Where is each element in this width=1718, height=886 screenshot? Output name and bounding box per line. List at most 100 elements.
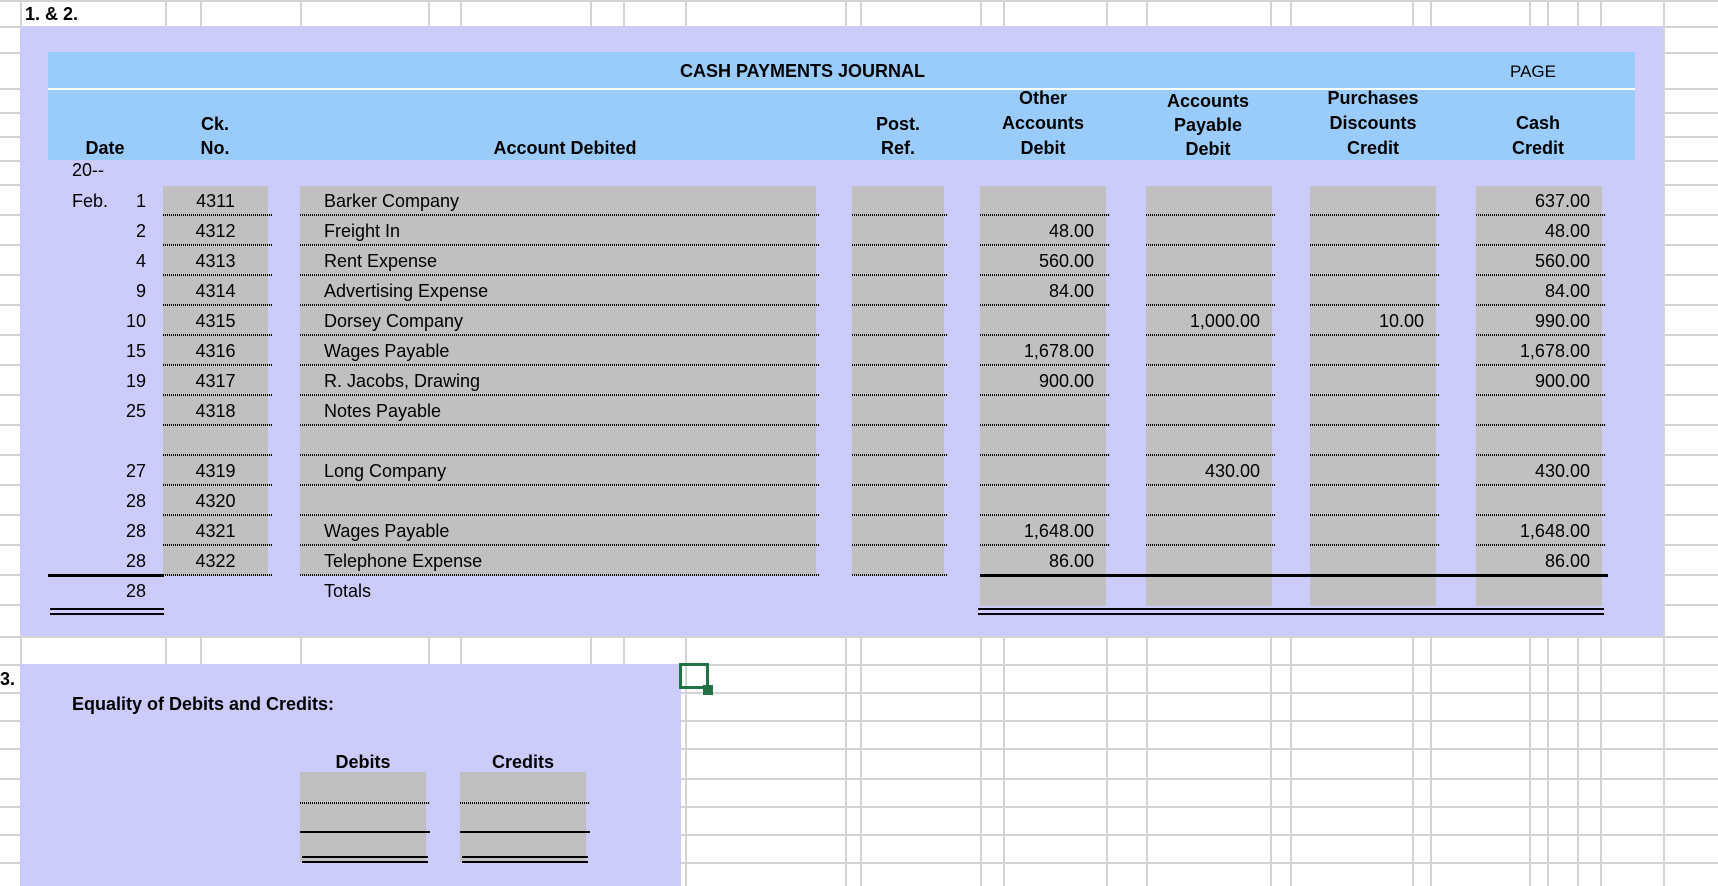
check-number[interactable]: 4320 bbox=[163, 486, 268, 516]
date-month[interactable] bbox=[72, 516, 112, 546]
post-ref[interactable] bbox=[852, 486, 944, 516]
other-amount[interactable] bbox=[980, 426, 1094, 456]
other-amount[interactable] bbox=[980, 396, 1094, 426]
cash-amount[interactable]: 1,678.00 bbox=[1476, 336, 1590, 366]
ap-total[interactable] bbox=[1146, 576, 1260, 606]
post-ref[interactable] bbox=[852, 426, 944, 456]
ap-amount[interactable] bbox=[1146, 486, 1260, 516]
pd-amount[interactable] bbox=[1310, 486, 1424, 516]
credits-value[interactable] bbox=[460, 802, 576, 832]
date-month[interactable] bbox=[72, 366, 112, 396]
pd-amount[interactable] bbox=[1310, 456, 1424, 486]
cash-amount[interactable]: 48.00 bbox=[1476, 216, 1590, 246]
date-month[interactable] bbox=[72, 546, 112, 576]
debits-value[interactable] bbox=[300, 802, 416, 832]
pd-amount[interactable] bbox=[1310, 186, 1424, 216]
date-month[interactable] bbox=[72, 246, 112, 276]
cash-amount[interactable] bbox=[1476, 426, 1590, 456]
other-amount[interactable]: 84.00 bbox=[980, 276, 1094, 306]
date-day[interactable]: 28 bbox=[110, 516, 146, 546]
date-day[interactable]: 15 bbox=[110, 336, 146, 366]
account-debited[interactable]: Rent Expense bbox=[324, 246, 810, 276]
debits-value[interactable] bbox=[300, 772, 416, 802]
post-ref[interactable] bbox=[852, 186, 944, 216]
date-day[interactable]: 25 bbox=[110, 396, 146, 426]
check-number[interactable]: 4313 bbox=[163, 246, 268, 276]
date-day[interactable]: 4 bbox=[110, 246, 146, 276]
check-number[interactable]: 4314 bbox=[163, 276, 268, 306]
ap-amount[interactable] bbox=[1146, 246, 1260, 276]
other-amount[interactable] bbox=[980, 186, 1094, 216]
cash-amount[interactable] bbox=[1476, 396, 1590, 426]
account-debited[interactable]: Long Company bbox=[324, 456, 810, 486]
cash-amount[interactable]: 1,648.00 bbox=[1476, 516, 1590, 546]
pd-amount[interactable] bbox=[1310, 396, 1424, 426]
ap-amount[interactable] bbox=[1146, 216, 1260, 246]
date-day[interactable]: 1 bbox=[110, 186, 146, 216]
date-month[interactable] bbox=[72, 486, 112, 516]
post-ref[interactable] bbox=[852, 366, 944, 396]
date-day[interactable]: 28 bbox=[110, 486, 146, 516]
other-amount[interactable]: 48.00 bbox=[980, 216, 1094, 246]
account-debited[interactable]: Wages Payable bbox=[324, 336, 810, 366]
other-amount[interactable]: 560.00 bbox=[980, 246, 1094, 276]
pd-amount[interactable] bbox=[1310, 276, 1424, 306]
date-month[interactable] bbox=[72, 426, 112, 456]
date-day[interactable]: 2 bbox=[110, 216, 146, 246]
other-amount[interactable]: 86.00 bbox=[980, 546, 1094, 576]
ap-amount[interactable] bbox=[1146, 366, 1260, 396]
other-total[interactable] bbox=[980, 576, 1094, 606]
credits-value[interactable] bbox=[460, 772, 576, 802]
other-amount[interactable]: 900.00 bbox=[980, 366, 1094, 396]
cash-amount[interactable] bbox=[1476, 486, 1590, 516]
date-month[interactable]: Feb. bbox=[72, 186, 112, 216]
account-debited[interactable] bbox=[324, 486, 810, 516]
check-number[interactable]: 4322 bbox=[163, 546, 268, 576]
account-debited[interactable]: Wages Payable bbox=[324, 516, 810, 546]
ap-amount[interactable] bbox=[1146, 276, 1260, 306]
cash-amount[interactable]: 430.00 bbox=[1476, 456, 1590, 486]
check-number[interactable] bbox=[163, 426, 268, 456]
pd-amount[interactable] bbox=[1310, 426, 1424, 456]
post-ref[interactable] bbox=[852, 216, 944, 246]
post-ref[interactable] bbox=[852, 246, 944, 276]
post-ref[interactable] bbox=[852, 336, 944, 366]
account-debited[interactable]: Dorsey Company bbox=[324, 306, 810, 336]
cash-total[interactable] bbox=[1476, 576, 1590, 606]
pd-total[interactable] bbox=[1310, 576, 1424, 606]
cash-amount[interactable]: 560.00 bbox=[1476, 246, 1590, 276]
ap-amount[interactable]: 430.00 bbox=[1146, 456, 1260, 486]
check-number[interactable]: 4321 bbox=[163, 516, 268, 546]
post-ref[interactable] bbox=[852, 546, 944, 576]
account-debited[interactable]: Advertising Expense bbox=[324, 276, 810, 306]
account-debited[interactable]: R. Jacobs, Drawing bbox=[324, 366, 810, 396]
check-number[interactable]: 4317 bbox=[163, 366, 268, 396]
date-day[interactable]: 9 bbox=[110, 276, 146, 306]
check-number[interactable]: 4318 bbox=[163, 396, 268, 426]
fill-handle[interactable] bbox=[703, 685, 713, 695]
check-number[interactable]: 4316 bbox=[163, 336, 268, 366]
date-month[interactable] bbox=[72, 336, 112, 366]
date-day[interactable]: 27 bbox=[110, 456, 146, 486]
date-day[interactable]: 10 bbox=[110, 306, 146, 336]
cash-amount[interactable]: 900.00 bbox=[1476, 366, 1590, 396]
ap-amount[interactable] bbox=[1146, 186, 1260, 216]
cash-amount[interactable]: 637.00 bbox=[1476, 186, 1590, 216]
check-number[interactable]: 4315 bbox=[163, 306, 268, 336]
pd-amount[interactable] bbox=[1310, 216, 1424, 246]
other-amount[interactable] bbox=[980, 306, 1094, 336]
date-month[interactable] bbox=[72, 216, 112, 246]
date-month[interactable] bbox=[72, 306, 112, 336]
pd-amount[interactable]: 10.00 bbox=[1310, 306, 1424, 336]
pd-amount[interactable] bbox=[1310, 336, 1424, 366]
pd-amount[interactable] bbox=[1310, 516, 1424, 546]
ap-amount[interactable]: 1,000.00 bbox=[1146, 306, 1260, 336]
check-number[interactable]: 4311 bbox=[163, 186, 268, 216]
pd-amount[interactable] bbox=[1310, 366, 1424, 396]
pd-amount[interactable] bbox=[1310, 246, 1424, 276]
account-debited[interactable]: Telephone Expense bbox=[324, 546, 810, 576]
other-amount[interactable] bbox=[980, 486, 1094, 516]
other-amount[interactable] bbox=[980, 456, 1094, 486]
date-day[interactable] bbox=[110, 426, 146, 456]
cash-amount[interactable]: 990.00 bbox=[1476, 306, 1590, 336]
